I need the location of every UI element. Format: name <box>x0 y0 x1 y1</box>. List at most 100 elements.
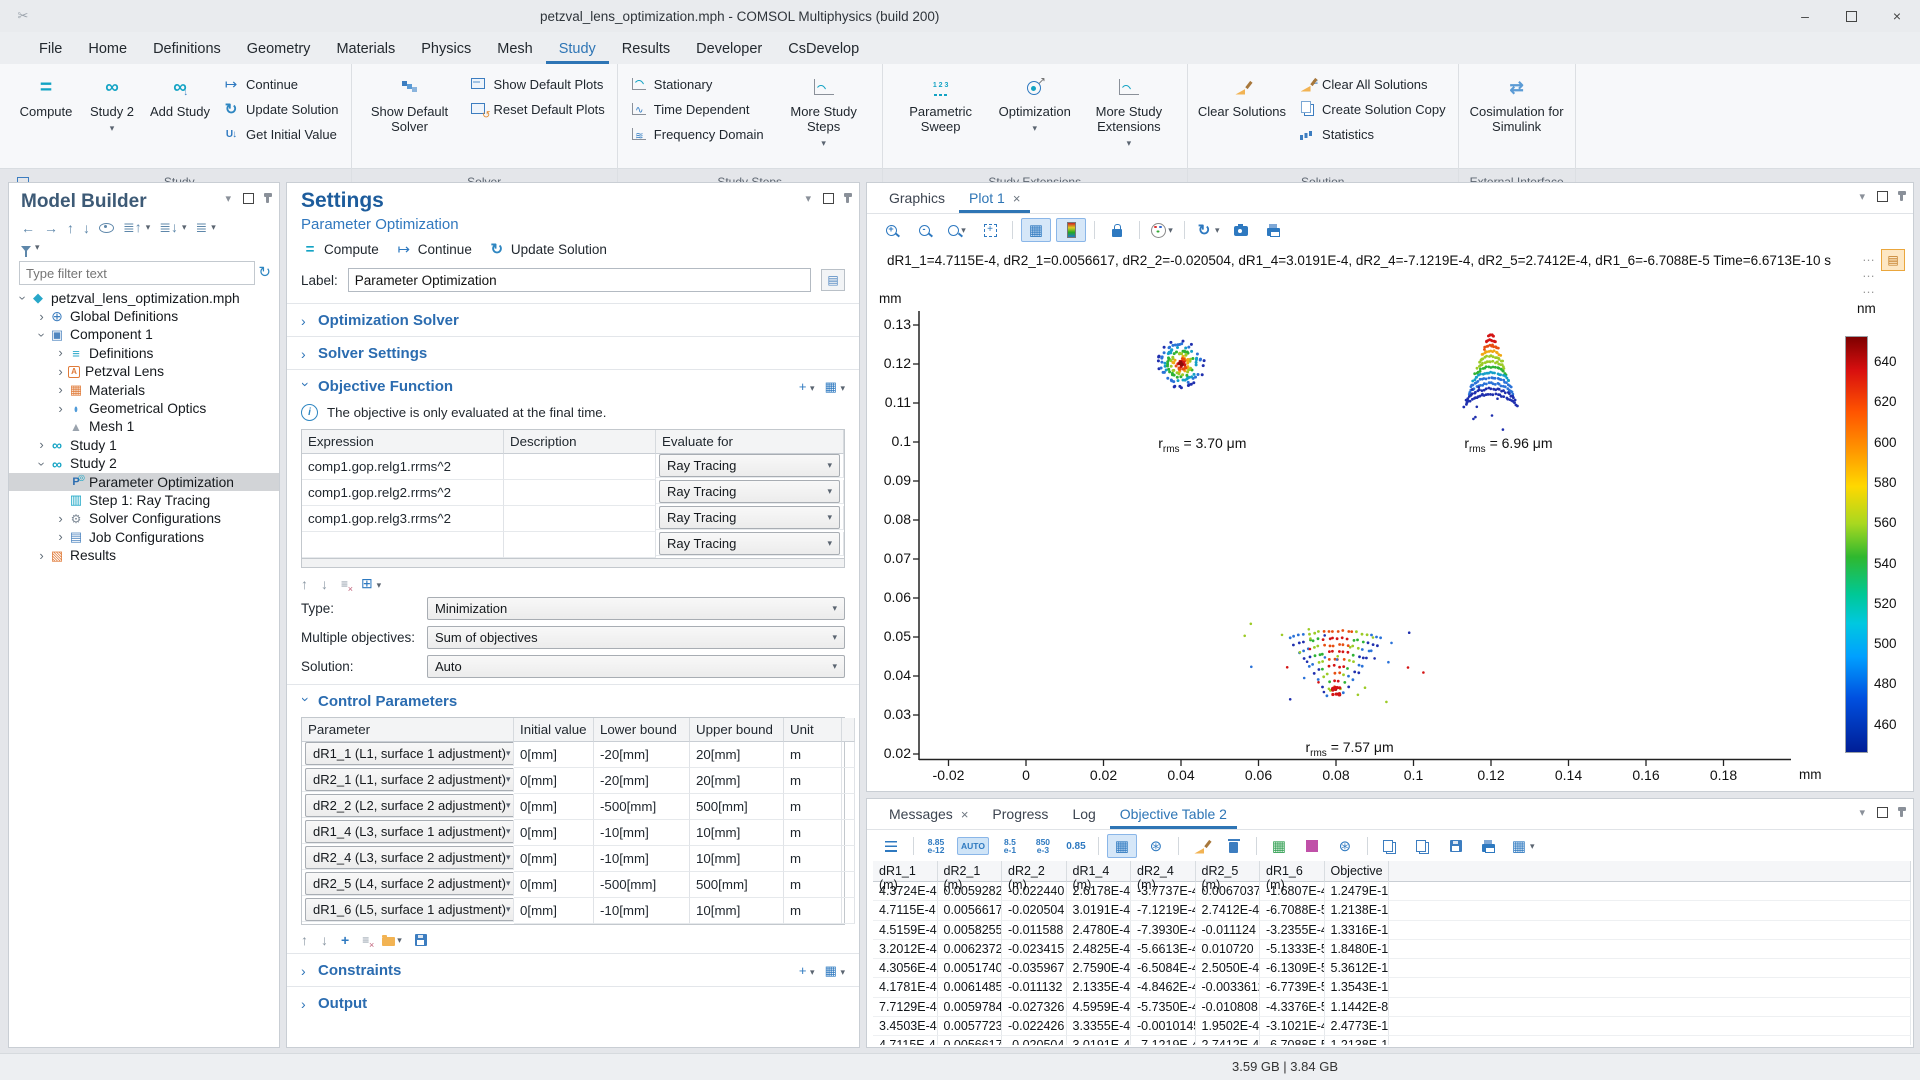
collapse-panel-icon[interactable]: ▾ <box>225 192 231 205</box>
print-button[interactable] <box>1260 219 1288 241</box>
tree-expander-icon[interactable]: › <box>53 348 68 358</box>
menu-geometry[interactable]: Geometry <box>234 35 324 64</box>
add-table-button[interactable] <box>1265 835 1293 857</box>
initial-value-cell[interactable]: 0[mm] <box>514 794 594 820</box>
scene-settings-button[interactable]: ▾ <box>1193 219 1222 241</box>
unit-cell[interactable]: m <box>784 872 842 898</box>
load-from-file-button[interactable]: ▾ <box>382 934 402 946</box>
add-expression-button[interactable]: + ▾ <box>799 379 815 394</box>
tree-item-petzval-lens-optimization-mph[interactable]: ›petzval_lens_optimization.mph <box>9 289 279 307</box>
copy-table-button[interactable] <box>1376 835 1404 857</box>
forward-button[interactable]: → <box>44 220 58 236</box>
tree-expander-icon[interactable]: › <box>34 440 49 450</box>
zoom-box-button[interactable]: ▾ <box>943 219 971 241</box>
optimization-solver-header[interactable]: › Optimization Solver <box>287 304 859 336</box>
tree-item-step-1-ray-tracing[interactable]: Step 1: Ray Tracing <box>9 491 279 509</box>
description-cell[interactable] <box>504 480 656 506</box>
description-cell[interactable] <box>504 532 656 558</box>
tree-item-mesh-1[interactable]: Mesh 1 <box>9 418 279 436</box>
add-constraint-button[interactable]: + ▾ <box>799 963 815 978</box>
update-solution-button[interactable]: Update Solution <box>488 240 607 258</box>
unit-cell[interactable]: m <box>784 794 842 820</box>
tree-item-study-2[interactable]: ›Study 2 <box>9 455 279 473</box>
cosimulation-for-simulink-button[interactable]: Cosimulation for Simulink <box>1467 69 1567 134</box>
tree-expander-icon[interactable]: › <box>53 367 68 377</box>
filter-icon[interactable] <box>21 246 31 252</box>
parameter-dropdown[interactable]: dR2_5 (L4, surface 2 adjustment)▾ <box>305 872 514 895</box>
full-precision-button[interactable]: 8.85e-12 <box>922 835 950 857</box>
pin-panel-icon[interactable] <box>266 194 269 203</box>
move-up-button[interactable]: ↑ <box>301 576 308 592</box>
label-field[interactable] <box>348 268 811 292</box>
menu-csdevelop[interactable]: CsDevelop <box>775 35 872 64</box>
cut-button[interactable] <box>10 4 36 28</box>
control-parameters-header[interactable]: › Control Parameters <box>287 685 859 717</box>
objective-function-header[interactable]: › Objective Function + ▾ ▦ ▾ <box>287 370 859 402</box>
delete-row-icon[interactable]: ≡ <box>362 933 369 947</box>
objective-table-scroll-strip[interactable] <box>301 559 845 568</box>
decimal-notation-button[interactable]: 0.85 <box>1062 835 1090 857</box>
show-grid-button[interactable] <box>1021 218 1051 242</box>
scientific-notation-button[interactable]: 8.5e-1 <box>996 835 1024 857</box>
float-panel-icon[interactable] <box>1877 191 1888 202</box>
information-tab-messages[interactable]: Messages× <box>879 799 978 829</box>
lower-bound-cell[interactable]: -500[mm] <box>594 794 690 820</box>
table-settings-button[interactable]: ▦ ▾ <box>825 963 845 979</box>
move-down-button[interactable]: ↓ <box>83 220 90 236</box>
study-2-button[interactable]: Study 2▾ <box>82 69 142 136</box>
tree-expander-icon[interactable]: › <box>18 291 28 306</box>
collapse-panel-icon[interactable]: ▾ <box>1859 190 1865 203</box>
graphics-tab-plot-1[interactable]: Plot 1× <box>959 183 1030 213</box>
close-tab-icon[interactable]: × <box>1013 191 1021 206</box>
move-up-button[interactable]: ↑ <box>67 220 74 236</box>
evaluate-for-dropdown[interactable]: Ray Tracing▾ <box>659 532 840 555</box>
row-numbers-button[interactable] <box>877 835 905 857</box>
evaluate-for-dropdown[interactable]: Ray Tracing▾ <box>659 506 840 529</box>
field-dropdown[interactable]: Auto▾ <box>427 655 845 678</box>
move-down-button[interactable]: ↓ <box>321 932 328 948</box>
pin-panel-icon[interactable] <box>1900 808 1903 817</box>
print-table-button[interactable] <box>1475 835 1503 857</box>
upper-bound-cell[interactable]: 500[mm] <box>690 872 784 898</box>
zoom-in-button[interactable] <box>877 219 905 241</box>
delete-row-icon[interactable]: ≡ <box>341 577 348 591</box>
information-tab-objective-table-2[interactable]: Objective Table 2 <box>1110 799 1237 829</box>
model-tree-node-text-button[interactable]: ≣ <box>196 219 208 236</box>
tree-expander-icon[interactable]: › <box>34 551 49 561</box>
filter-input[interactable] <box>19 261 255 285</box>
update-solution-button[interactable]: Update Solution <box>218 98 343 120</box>
lower-bound-cell[interactable]: -10[mm] <box>594 820 690 846</box>
evaluate-for-dropdown[interactable]: Ray Tracing▾ <box>659 480 840 503</box>
description-cell[interactable] <box>504 506 656 532</box>
initial-value-cell[interactable]: 0[mm] <box>514 898 594 924</box>
menu-definitions[interactable]: Definitions <box>140 35 234 64</box>
tree-item-global-definitions[interactable]: ›Global Definitions <box>9 307 279 325</box>
clear-all-solutions-button[interactable]: Clear All Solutions <box>1294 73 1450 95</box>
field-dropdown[interactable]: Sum of objectives▾ <box>427 626 845 649</box>
tree-item-solver-configurations[interactable]: ›Solver Configurations <box>9 510 279 528</box>
overflow-dots[interactable]: … <box>1862 265 1875 280</box>
continue-button[interactable]: Continue <box>395 240 472 258</box>
initial-value-cell[interactable]: 0[mm] <box>514 820 594 846</box>
delete-table-button[interactable] <box>1220 835 1248 857</box>
expression-cell[interactable]: comp1.gop.relg3.rrms^2 <box>302 506 504 532</box>
move-up-button[interactable]: ↑ <box>301 932 308 948</box>
collapse-panel-icon[interactable]: ▾ <box>805 192 811 205</box>
menu-study[interactable]: Study <box>546 35 609 64</box>
show-default-plots-button[interactable]: Show Default Plots <box>466 73 609 95</box>
stationary-button[interactable]: Stationary <box>626 73 768 95</box>
active-plot-indicator[interactable]: ▤ <box>1881 249 1905 271</box>
back-button[interactable]: ← <box>21 220 35 236</box>
create-solution-copy-button[interactable]: Create Solution Copy <box>1294 98 1450 120</box>
table-options-button[interactable]: ⊞ ▾ <box>361 575 381 592</box>
output-header[interactable]: › Output <box>287 987 859 1019</box>
more-study-extensions-button[interactable]: More Study Extensions▾ <box>1079 69 1179 151</box>
tree-item-study-1[interactable]: ›Study 1 <box>9 436 279 454</box>
more-study-steps-button[interactable]: More Study Steps▾ <box>774 69 874 151</box>
tree-expander-icon[interactable]: › <box>37 327 47 342</box>
pin-panel-icon[interactable] <box>846 194 849 203</box>
evaluate-for-dropdown[interactable]: Ray Tracing▾ <box>659 454 840 477</box>
menu-physics[interactable]: Physics <box>408 35 484 64</box>
collapse-panel-icon[interactable]: ▾ <box>1859 806 1865 819</box>
pin-panel-icon[interactable] <box>1900 192 1903 201</box>
